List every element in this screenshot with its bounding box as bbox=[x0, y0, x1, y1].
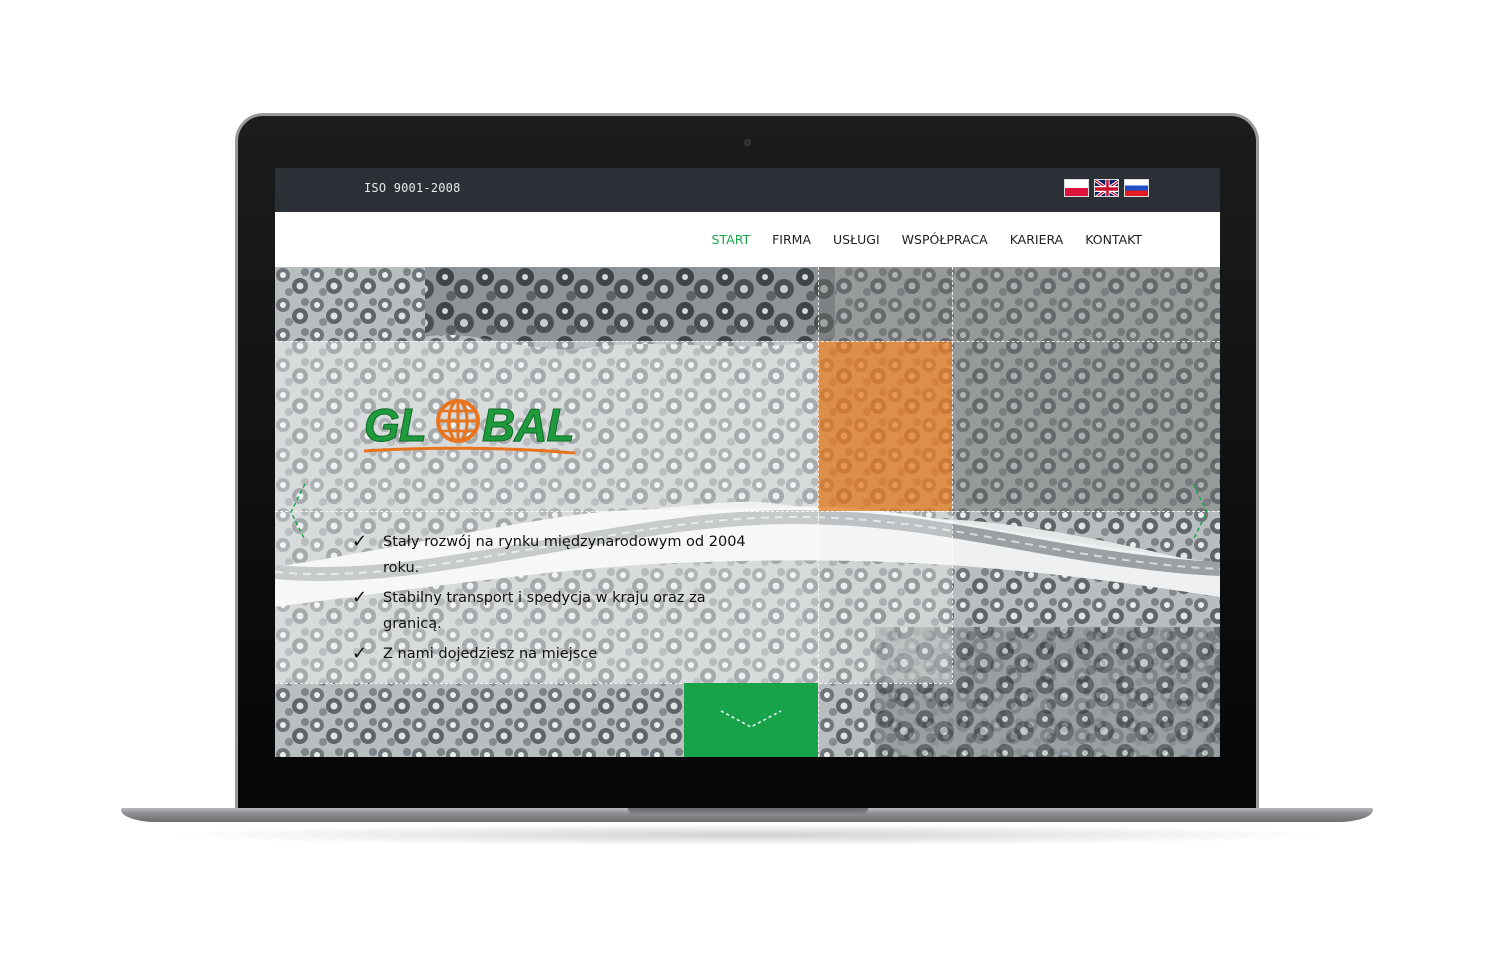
iso-certification-label: ISO 9001-2008 bbox=[364, 181, 461, 195]
global-logo: GL BAL bbox=[362, 395, 579, 463]
laptop-camera bbox=[744, 139, 751, 146]
main-nav: START FIRMA USŁUGI WSPÓŁPRACA KARIERA KO… bbox=[712, 232, 1142, 247]
top-bar: ISO 9001-2008 bbox=[275, 168, 1220, 212]
grid-line bbox=[952, 267, 953, 683]
nav-item-uslugi[interactable]: USŁUGI bbox=[833, 232, 880, 247]
grid-line bbox=[275, 511, 1220, 512]
check-icon: ✓ bbox=[352, 531, 368, 552]
global-logo-graphic: GL BAL bbox=[362, 399, 576, 455]
feature-text: Stabilny transport i spedycja w kraju or… bbox=[383, 590, 706, 632]
nav-item-kariera[interactable]: KARIERA bbox=[1010, 232, 1064, 247]
chevron-down-icon bbox=[720, 710, 782, 728]
laptop-shadow bbox=[160, 824, 1334, 846]
white-overlay-center bbox=[818, 511, 952, 683]
feature-list: ✓ Stały rozwój na rynku międzynarodowym … bbox=[352, 529, 752, 671]
language-switcher bbox=[1064, 179, 1149, 197]
feature-text: Z nami dojedziesz na miejsce bbox=[383, 646, 598, 662]
check-icon: ✓ bbox=[352, 587, 368, 608]
nav-item-kontakt[interactable]: KONTAKT bbox=[1085, 232, 1142, 247]
check-icon: ✓ bbox=[352, 643, 368, 664]
gray-overlay-top bbox=[818, 267, 952, 341]
polish-flag-icon[interactable] bbox=[1064, 179, 1089, 197]
globe-icon bbox=[436, 399, 480, 443]
feature-text: Stały rozwój na rynku międzynarodowym od… bbox=[383, 534, 746, 576]
feature-item: ✓ Stabilny transport i spedycja w kraju … bbox=[352, 585, 752, 637]
grid-line bbox=[275, 341, 1220, 342]
website-screen: ISO 9001-2008 START FIRMA USŁUGI WSPÓŁPR… bbox=[275, 168, 1220, 757]
scroll-down-button[interactable] bbox=[684, 683, 818, 757]
english-flag-icon[interactable] bbox=[1094, 179, 1119, 197]
nav-item-firma[interactable]: FIRMA bbox=[772, 232, 811, 247]
main-navbar: START FIRMA USŁUGI WSPÓŁPRACA KARIERA KO… bbox=[275, 212, 1220, 267]
feature-item: ✓ Stały rozwój na rynku międzynarodowym … bbox=[352, 529, 752, 581]
nav-item-start[interactable]: START bbox=[712, 232, 751, 247]
feature-item: ✓ Z nami dojedziesz na miejsce bbox=[352, 641, 752, 667]
nav-item-wspolpraca[interactable]: WSPÓŁPRACA bbox=[902, 232, 988, 247]
gray-overlay-right bbox=[952, 267, 1220, 511]
orange-accent-block bbox=[818, 341, 952, 511]
laptop-hinge-notch bbox=[628, 808, 868, 816]
svg-text:BAL: BAL bbox=[482, 399, 574, 451]
chevron-left-icon[interactable] bbox=[289, 482, 307, 546]
svg-text:GL: GL bbox=[364, 399, 426, 451]
chevron-right-icon[interactable] bbox=[1191, 482, 1209, 546]
grid-line bbox=[275, 683, 952, 684]
hero-slider: GL BAL ✓ Stały rozwój na rynku międzynar… bbox=[275, 267, 1220, 757]
grid-line bbox=[818, 267, 819, 757]
russian-flag-icon[interactable] bbox=[1124, 179, 1149, 197]
